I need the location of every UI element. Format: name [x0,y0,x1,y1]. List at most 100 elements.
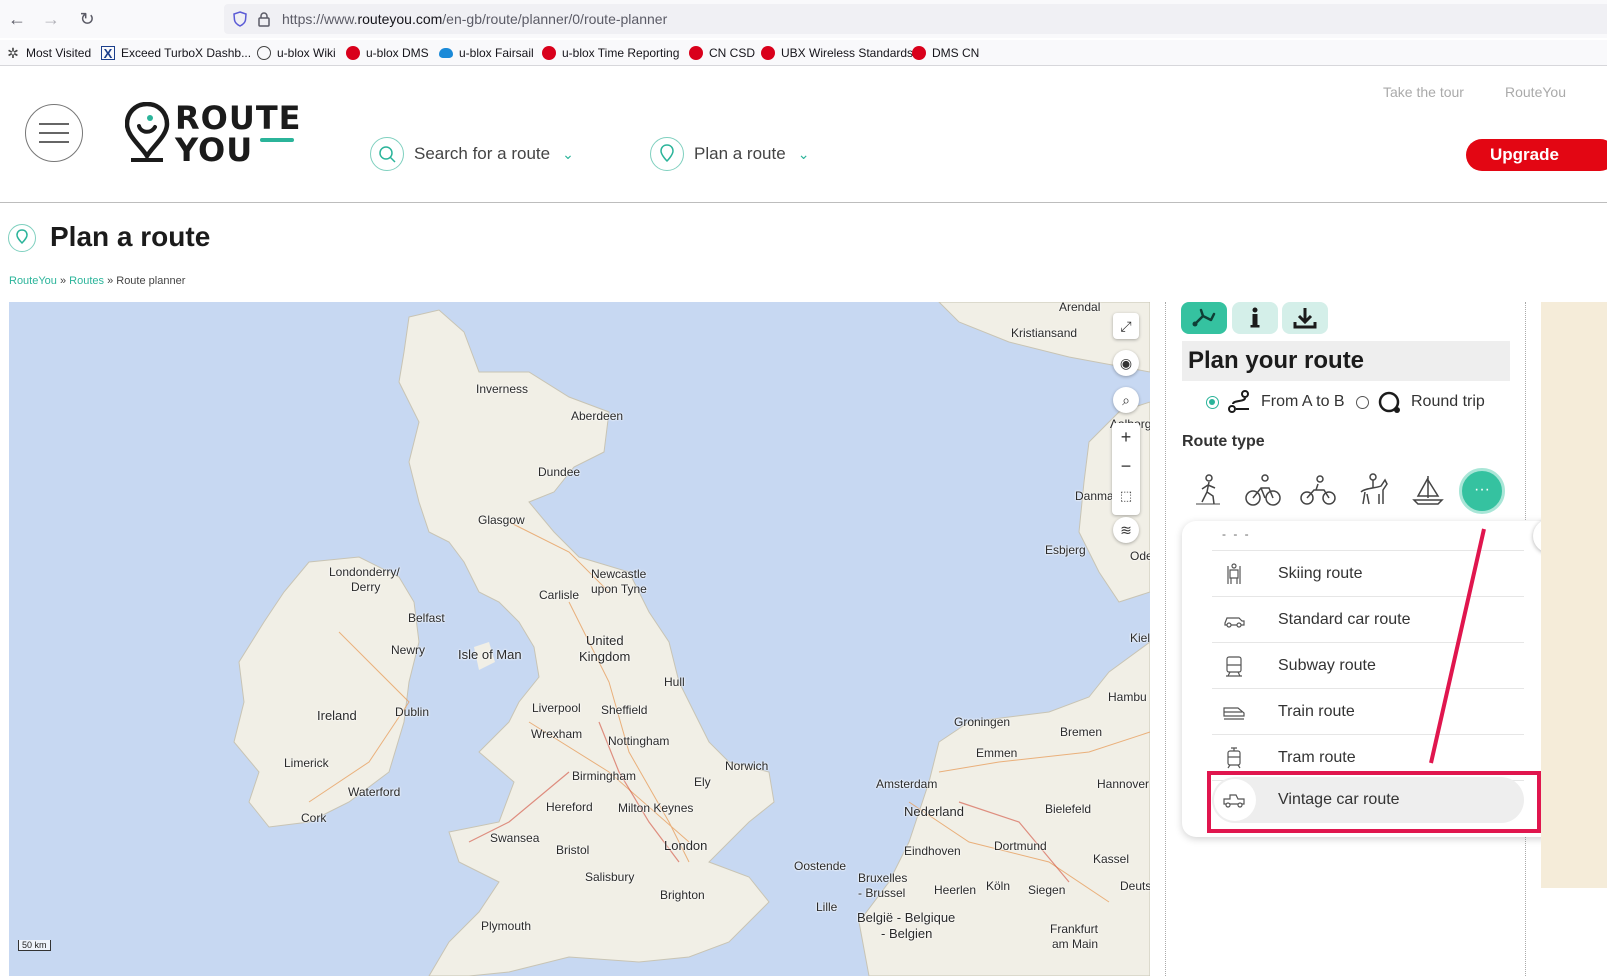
browser-toolbar: ← → ↻ https://www.routeyou.com/en-gb/rou… [0,0,1607,38]
routeyou-logo[interactable]: ROUTE YOU [125,102,305,166]
map-label: Siegen [1028,883,1066,897]
map-label: Deuts [1120,879,1150,893]
ublox-icon [542,46,556,60]
tab-download[interactable] [1282,302,1328,334]
cloud-icon [439,48,453,58]
map-label: Danma [1075,489,1114,503]
plan-route-menu[interactable]: Plan a route ⌄ [650,136,809,172]
bookmark-ublox-time[interactable]: u-blox Time Reporting [542,43,679,63]
panel-divider [1165,302,1166,976]
forward-icon[interactable]: → [40,8,62,30]
motorcycle-icon[interactable] [1298,470,1338,510]
sailing-icon[interactable] [1408,470,1448,510]
routeyou-top-link[interactable]: RouteYou [1505,84,1566,100]
menu-button[interactable] [25,104,83,162]
chevron-down-icon: ⌄ [562,145,574,162]
horse-riding-icon[interactable] [1353,470,1393,510]
map-label: Aberdeen [571,409,624,423]
fullscreen-icon[interactable]: ⤢ [1113,313,1139,339]
map-label: London [664,838,708,853]
map-label: Frankfurt [1050,922,1099,936]
map-label: Bielefeld [1045,802,1092,816]
tab-route-editor[interactable] [1181,302,1227,334]
map-label: Wrexham [531,727,583,741]
map-label: Amsterdam [876,777,938,791]
take-tour-link[interactable]: Take the tour [1383,84,1464,100]
option-a-to-b[interactable]: From A to B [1206,390,1345,414]
map-label: Lille [816,900,838,914]
map-scale: 50 km [18,940,51,951]
logo-underline [260,138,294,142]
breadcrumb-routes[interactable]: Routes [69,275,104,287]
search-icon[interactable]: ⌕ [1113,387,1139,413]
url-text[interactable]: https://www.routeyou.com/en-gb/route/pla… [282,11,667,27]
route-map[interactable]: Arendal Kristiansand Inverness Aberdeen … [9,302,1150,976]
info-icon [1250,307,1260,328]
upgrade-button[interactable]: Upgrade [1466,139,1607,171]
annotation-arrow [1429,528,1486,764]
map-label: Salisbury [585,870,635,884]
map-label: Nottingham [608,734,670,748]
panel-title: Plan your route [1182,341,1510,381]
zoom-out-icon[interactable]: − [1112,452,1140,481]
lock-icon[interactable] [257,11,271,27]
map-label: Brighton [660,888,705,902]
plan-pin-icon [8,224,36,252]
bookmark-cn-csd[interactable]: CN CSD [689,43,755,63]
breadcrumb-separator: » [56,275,70,287]
back-icon[interactable]: ← [6,8,28,30]
bookmark-dms-cn[interactable]: DMS CN [912,43,979,63]
map-label: Liverpool [532,701,581,715]
download-icon [1293,308,1317,329]
map-label: Limerick [284,756,329,770]
subway-icon [1226,656,1242,677]
bookmark-exceed[interactable]: X Exceed TurboX Dashb... [101,43,251,63]
map-landmass [233,302,1150,976]
radio-selected[interactable] [1206,395,1219,409]
highlight-box [1207,771,1541,833]
car-icon [1224,617,1245,628]
reload-icon[interactable]: ↻ [76,8,98,30]
bookmark-most-visited[interactable]: ✲ Most Visited [6,43,91,63]
map-label: Cork [301,811,327,825]
cycling-icon[interactable] [1243,470,1283,510]
map-label: Esbjerg [1045,543,1086,557]
map-label: Köln [986,879,1011,893]
bookmarks-bar: ✲ Most Visited X Exceed TurboX Dashb... u-… [0,40,1607,66]
map-label: Dundee [538,465,581,479]
map-label: Oostende [794,859,847,873]
option-round-trip[interactable]: Round trip [1356,390,1485,414]
zoom-in-icon[interactable]: + [1112,423,1140,452]
bookmark-ubx-wireless[interactable]: UBX Wireless Standards [761,43,913,63]
map-label: Birmingham [572,769,637,783]
map-label: United [586,633,624,648]
advertisement-strip [1541,302,1607,888]
locate-icon[interactable]: ◉ [1113,350,1139,376]
breadcrumb-current: Route planner [116,275,186,287]
map-label: Newcastle [591,567,647,581]
map-label: Hull [664,675,685,689]
bookmark-ublox-wiki[interactable]: u-blox Wiki [257,43,336,63]
box-zoom-icon[interactable]: ⬚ [1112,481,1140,510]
map-label: Hambu [1108,690,1147,704]
address-bar[interactable]: https://www.routeyou.com/en-gb/route/pla… [224,4,1607,34]
bookmark-ublox-dms[interactable]: u-blox DMS [346,43,429,63]
map-label: Inverness [476,382,529,396]
ublox-icon [689,46,703,60]
breadcrumb-home[interactable]: RouteYou [9,275,57,287]
map-label: Derry [351,580,381,594]
hiking-icon[interactable] [1188,470,1228,510]
map-label: Belfast [408,611,445,625]
map-label: Ely [694,775,711,789]
map-label: Hereford [546,800,593,814]
search-route-menu[interactable]: Search for a route ⌄ [370,136,574,172]
shield-icon[interactable] [232,11,248,27]
map-label: Sheffield [601,703,648,717]
map-label: Plymouth [481,919,532,933]
layers-icon[interactable]: ≋ [1113,517,1139,543]
bookmark-ublox-fairsail[interactable]: u-blox Fairsail [439,43,534,63]
more-route-types-button[interactable]: ··· [1459,468,1505,514]
radio-unselected[interactable] [1356,395,1369,409]
map-label: Nederland [904,804,964,819]
tab-info[interactable] [1232,302,1278,334]
